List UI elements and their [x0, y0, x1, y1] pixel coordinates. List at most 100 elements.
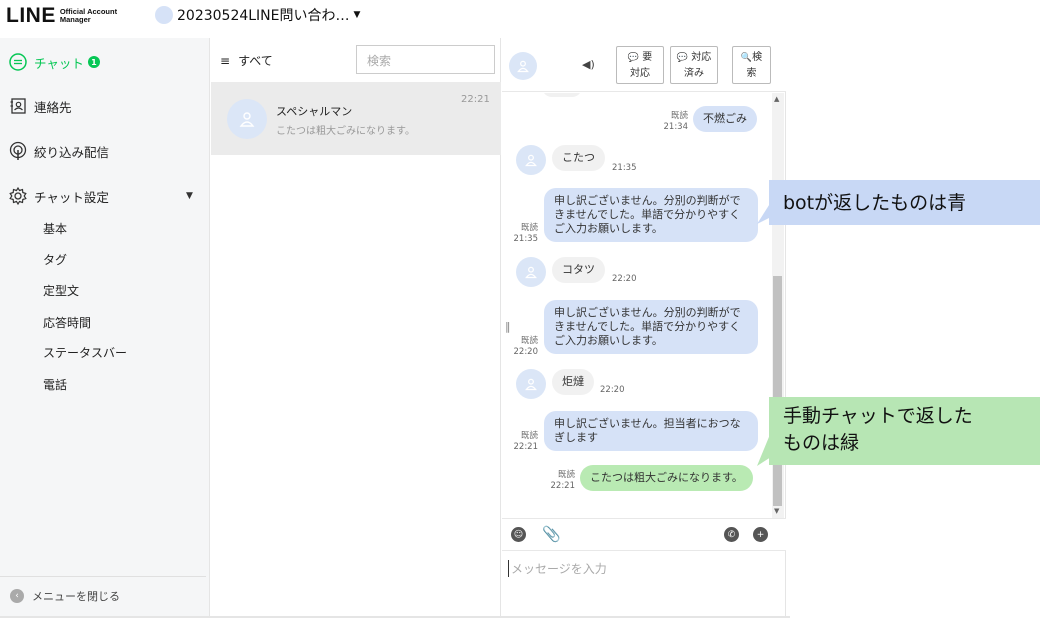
caret-down-icon[interactable]: ▼	[186, 191, 193, 201]
sidebar-item-label: 絞り込み配信	[34, 144, 110, 160]
sidebar-subitem-templates[interactable]: 定型文	[43, 282, 79, 299]
chevron-left-icon: ‹	[10, 589, 24, 603]
attachment-icon[interactable]: 📎	[542, 525, 561, 543]
sidebar-item-label: チャット	[34, 55, 84, 71]
scrollbar-thumb[interactable]	[773, 276, 782, 506]
speaker-icon[interactable]: ◀)	[582, 58, 595, 71]
user-avatar	[227, 99, 267, 139]
button-label-bottom: 対応	[630, 68, 650, 79]
message-bubble-incoming: 炬燵	[552, 369, 594, 395]
message-meta: 既読 22:21	[547, 470, 576, 492]
message-line: 申し訳ございません。分別の判断がで	[554, 306, 741, 319]
phone-icon[interactable]: ✆	[724, 527, 739, 542]
sidebar-divider	[0, 576, 206, 577]
sidebar-item-contacts[interactable]: 連絡先	[8, 96, 72, 116]
account-name: 20230524LINE問い合わ…	[177, 8, 350, 24]
user-avatar[interactable]	[509, 52, 537, 80]
message-line: ぎします	[554, 431, 598, 444]
sidebar-subitem-status-bar[interactable]: ステータスバー	[43, 344, 127, 361]
input-toolbar: ☺ 📎 ✆ +	[502, 518, 786, 551]
chat-list-panel: ≡ すべて 検索 スペシャルマン こたつは粗大ごみになります。 22:21	[211, 38, 501, 616]
speech-bubble-icon: 💬	[627, 53, 640, 63]
chat-filter-dropdown[interactable]: ≡ すべて	[220, 52, 273, 69]
logo-main-text: LINE	[6, 4, 56, 27]
menu-icon: ≡	[220, 53, 231, 68]
close-menu-button[interactable]: ‹ メニューを閉じる	[10, 588, 120, 604]
message-meta: 既読 21:34	[652, 111, 689, 133]
search-icon: 🔍	[740, 53, 753, 63]
message-time: 21:35	[612, 163, 637, 173]
add-icon[interactable]: +	[753, 527, 768, 542]
top-header: LINE Official Account Manager 20230524LI…	[0, 0, 1049, 38]
message-line: 申し訳ございません。担当者におつな	[554, 417, 741, 430]
speech-bubble-icon: 💬	[676, 53, 689, 63]
message-line: ご入力お願いします。	[554, 222, 663, 235]
drag-handle-icon[interactable]: ‖	[505, 320, 511, 333]
message-time: 22:20	[513, 347, 539, 357]
sidebar-item-chat[interactable]: チャット 1	[8, 52, 100, 72]
needs-action-button[interactable]: 💬 要 対応	[616, 46, 664, 84]
read-receipt: 既読	[557, 470, 575, 480]
caret-down-icon: ▼	[353, 10, 361, 20]
message-line: きませんでした。単語で分かりやすく	[554, 320, 741, 333]
broadcast-icon	[8, 141, 28, 161]
resolved-button[interactable]: 💬 対応 済み	[670, 46, 718, 84]
message-time: 21:35	[513, 234, 539, 244]
sidebar-item-label: チャット設定	[34, 189, 109, 205]
annotation-bot-blue: botが返したものは青	[769, 180, 1040, 225]
sidebar-subitem-phone[interactable]: 電話	[43, 376, 67, 393]
read-receipt: 既読	[520, 431, 538, 441]
annotation-line: 手動チャットで返した	[783, 405, 973, 427]
close-menu-label: メニューを閉じる	[32, 590, 120, 603]
message-bubble-partial	[542, 93, 582, 97]
sidebar-item-chat-settings[interactable]: チャット設定	[8, 186, 109, 206]
message-time: 22:20	[612, 274, 637, 284]
emoji-icon[interactable]: ☺	[511, 527, 526, 542]
message-bubble-incoming: コタツ	[552, 257, 605, 283]
user-avatar	[516, 257, 546, 287]
account-avatar	[155, 6, 173, 24]
annotation-line: ものは緑	[783, 432, 860, 454]
conversation-row[interactable]: スペシャルマン こたつは粗大ごみになります。 22:21	[211, 82, 501, 155]
button-label-top: 対応	[691, 52, 712, 63]
message-bubble-bot: 申し訳ございません。分別の判断がで きませんでした。単語で分かりやすく ご入力お…	[544, 300, 758, 354]
read-receipt: 既読	[670, 111, 688, 121]
button-label-bottom: 索	[746, 68, 757, 79]
message-meta: 既読 22:21	[510, 431, 539, 453]
sidebar-subitem-basic[interactable]: 基本	[43, 220, 67, 237]
message-bubble-incoming: こたつ	[552, 145, 605, 171]
message-line: ご入力お願いします。	[554, 334, 663, 347]
conversation-name: スペシャルマン	[276, 105, 353, 118]
search-chat-button[interactable]: 🔍検 索	[732, 46, 771, 84]
message-bubble-bot: 申し訳ございません。分別の判断がで きませんでした。単語で分かりやすく ご入力お…	[544, 188, 758, 242]
scroll-down-icon[interactable]: ▼	[774, 507, 779, 515]
conversation-time: 22:21	[461, 94, 490, 105]
read-receipt: 既読	[520, 223, 538, 233]
line-logo[interactable]: LINE Official Account Manager	[6, 4, 120, 28]
sidebar-subitem-response-hours[interactable]: 応答時間	[43, 314, 91, 331]
sidebar-item-label: 連絡先	[34, 99, 72, 115]
search-input[interactable]: 検索	[356, 45, 495, 74]
message-line: きませんでした。単語で分かりやすく	[554, 208, 741, 221]
sidebar-item-filtered-broadcast[interactable]: 絞り込み配信	[8, 141, 109, 161]
button-label-bottom: 済み	[684, 68, 704, 79]
message-time: 21:34	[663, 122, 689, 132]
message-line: 申し訳ございません。分別の判断がで	[554, 194, 741, 207]
scroll-up-icon[interactable]: ▲	[774, 95, 779, 103]
chat-panel: ◀) 💬 要 対応 💬 対応 済み 🔍検 索 既読 21:34 不燃ごみ こたつ…	[502, 38, 786, 616]
contacts-icon	[8, 96, 28, 116]
account-switcher[interactable]: 20230524LINE問い合わ… ▼	[155, 5, 360, 25]
message-time: 22:20	[600, 385, 625, 395]
message-time: 22:21	[550, 481, 576, 491]
message-input[interactable]: メッセージを入力	[508, 560, 778, 577]
gear-icon	[8, 186, 28, 206]
read-receipt: 既読	[520, 336, 538, 346]
user-avatar	[516, 369, 546, 399]
message-bubble-outgoing: 不燃ごみ	[693, 106, 757, 132]
user-avatar	[516, 145, 546, 175]
message-bubble-bot: 申し訳ございません。担当者におつな ぎします	[544, 411, 758, 451]
sidebar-subitem-tags[interactable]: タグ	[43, 251, 67, 268]
chat-header: ◀) 💬 要 対応 💬 対応 済み 🔍検 索	[502, 38, 786, 92]
message-bubble-manual: こたつは粗大ごみになります。	[580, 465, 753, 491]
button-label-top: 要	[642, 52, 653, 63]
